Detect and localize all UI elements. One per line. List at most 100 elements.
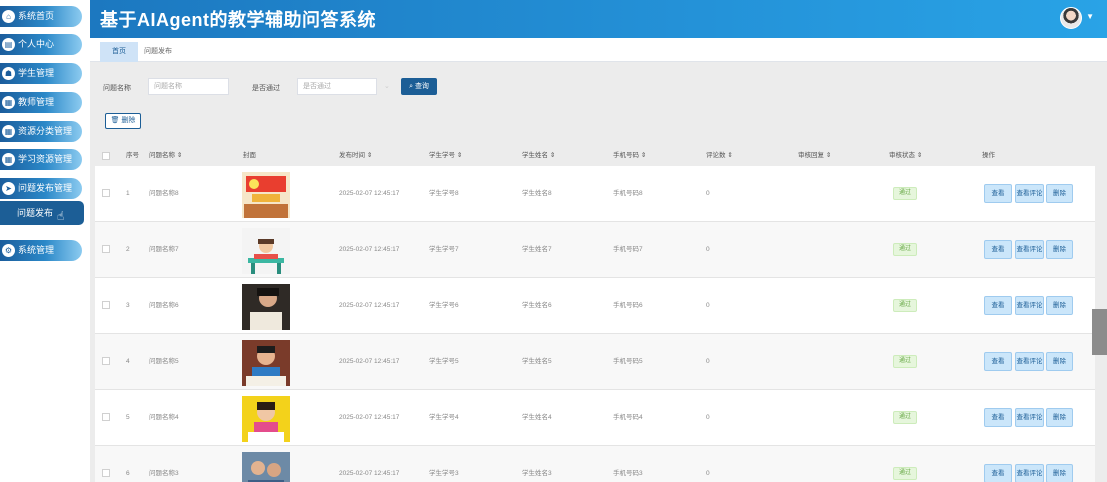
sort-icon: ⇕	[549, 152, 556, 159]
cover-thumbnail	[242, 452, 290, 482]
status-badge: 通过	[893, 243, 918, 256]
delete-button[interactable]: 删除	[1046, 408, 1073, 427]
status-badge: 通过	[893, 467, 918, 480]
cell-time: 2025-02-07 12:45:17	[339, 358, 400, 365]
select-all-checkbox[interactable]	[102, 152, 110, 160]
student-icon: ☗	[2, 67, 15, 80]
cover-thumbnail	[242, 284, 290, 330]
question-name-label: 问题名称	[103, 85, 131, 92]
view-comments-button[interactable]: 查看评论	[1015, 352, 1044, 371]
cell-phone: 手机号码5	[613, 358, 643, 365]
cell-time: 2025-02-07 12:45:17	[339, 470, 400, 477]
sidebar-item-resource-category[interactable]: ▦ 资源分类管理	[0, 121, 82, 142]
sort-icon: ⇕	[366, 152, 373, 159]
batch-delete-button[interactable]: 🗑 删除	[105, 113, 141, 129]
delete-button[interactable]: 删除	[1046, 240, 1073, 259]
delete-button[interactable]: 删除	[1046, 296, 1073, 315]
cell-phone: 手机号码6	[613, 302, 643, 309]
col-student-id[interactable]: 学生学号 ⇕	[429, 146, 462, 166]
hand-cursor-icon: ☝	[57, 209, 65, 223]
col-index: 序号	[126, 152, 139, 159]
sidebar-subitem-question-publish[interactable]: 问题发布 ☝	[0, 201, 84, 225]
question-table: 序号 问题名称 ⇕ 封面 发布时间 ⇕ 学生学号 ⇕ 学生姓名 ⇕ 手机号码 ⇕…	[95, 146, 1095, 482]
cell-comments: 0	[706, 470, 710, 477]
cell-student-id: 学生学号5	[429, 358, 459, 365]
caret-down-icon[interactable]: ▼	[1086, 12, 1094, 21]
sidebar-item-label: 个人中心	[18, 39, 55, 49]
sidebar-item-label: 系统首页	[18, 11, 55, 21]
pass-status-select[interactable]: 是否通过	[297, 78, 377, 95]
col-student-name[interactable]: 学生姓名 ⇕	[522, 146, 555, 166]
grid-icon: ▦	[2, 96, 15, 109]
cell-phone: 手机号码7	[613, 246, 643, 253]
pass-status-label: 是否通过	[252, 85, 280, 92]
cell-time: 2025-02-07 12:45:17	[339, 302, 400, 309]
view-comments-button[interactable]: 查看评论	[1015, 464, 1044, 482]
sidebar-item-system[interactable]: ⚙ 系统管理	[0, 240, 82, 261]
cover-thumbnail	[242, 396, 290, 442]
sidebar-item-resources[interactable]: ▦ 学习资源管理	[0, 149, 82, 170]
tab-question-publish[interactable]: 问题发布	[132, 42, 184, 62]
sort-icon: ⇕	[176, 152, 183, 159]
status-badge: 通过	[893, 411, 918, 424]
row-checkbox[interactable]	[102, 189, 110, 197]
status-badge: 通过	[893, 355, 918, 368]
cell-comments: 0	[706, 302, 710, 309]
cell-student-name: 学生姓名3	[522, 470, 552, 477]
sidebar-item-label: 学生管理	[18, 68, 55, 78]
col-reply[interactable]: 审核回复 ⇕	[798, 146, 831, 166]
sidebar-item-profile[interactable]: ▤ 个人中心	[0, 34, 82, 55]
view-button[interactable]: 查看	[984, 408, 1012, 427]
cell-name: 问题名称4	[149, 414, 179, 421]
view-comments-button[interactable]: 查看评论	[1015, 184, 1044, 203]
cell-student-name: 学生姓名6	[522, 302, 552, 309]
view-button[interactable]: 查看	[984, 240, 1012, 259]
query-button[interactable]: ⌕ 查询	[401, 78, 437, 95]
col-phone[interactable]: 手机号码 ⇕	[613, 146, 646, 166]
col-name[interactable]: 问题名称 ⇕	[149, 146, 182, 166]
avatar[interactable]	[1060, 7, 1082, 29]
trash-icon: 🗑	[110, 117, 120, 124]
delete-button[interactable]: 删除	[1046, 352, 1073, 371]
col-status[interactable]: 审核状态 ⇕	[889, 146, 922, 166]
col-student-name-label: 学生姓名	[522, 152, 548, 159]
delete-button[interactable]: 删除	[1046, 464, 1073, 482]
view-button[interactable]: 查看	[984, 184, 1012, 203]
row-checkbox[interactable]	[102, 245, 110, 253]
sidebar-item-teachers[interactable]: ▦ 教师管理	[0, 92, 82, 113]
sidebar-item-home[interactable]: ⌂ 系统首页	[0, 6, 82, 27]
view-button[interactable]: 查看	[984, 352, 1012, 371]
cell-comments: 0	[706, 358, 710, 365]
cell-comments: 0	[706, 190, 710, 197]
cell-student-id: 学生学号3	[429, 470, 459, 477]
table-row: 6 问题名称3 2025-02-07 12:45:17 学生学号3 学生姓名3 手机号码3…	[95, 446, 1095, 482]
scrollbar-thumb[interactable]	[1092, 309, 1107, 355]
delete-button[interactable]: 删除	[1046, 184, 1073, 203]
sidebar-item-questions[interactable]: ➤ 问题发布管理	[0, 178, 82, 199]
row-checkbox[interactable]	[102, 413, 110, 421]
view-comments-button[interactable]: 查看评论	[1015, 408, 1044, 427]
sidebar-item-students[interactable]: ☗ 学生管理	[0, 63, 82, 84]
col-name-label: 问题名称	[149, 152, 175, 159]
view-comments-button[interactable]: 查看评论	[1015, 240, 1044, 259]
view-comments-button[interactable]: 查看评论	[1015, 296, 1044, 315]
col-comments[interactable]: 评论数 ⇕	[706, 146, 733, 166]
view-button[interactable]: 查看	[984, 296, 1012, 315]
row-checkbox[interactable]	[102, 469, 110, 477]
tab-bar: 首页 问题发布	[90, 38, 1107, 62]
row-checkbox[interactable]	[102, 357, 110, 365]
view-button[interactable]: 查看	[984, 464, 1012, 482]
row-checkbox[interactable]	[102, 301, 110, 309]
question-name-input[interactable]: 问题名称	[148, 78, 229, 95]
cover-thumbnail	[242, 228, 290, 274]
table-row: 2 问题名称7 2025-02-07 12:45:17 学生学号7 学生姓名7 手机号码7…	[95, 222, 1095, 278]
cell-name: 问题名称8	[149, 190, 179, 197]
status-badge: 通过	[893, 187, 918, 200]
col-time[interactable]: 发布时间 ⇕	[339, 146, 372, 166]
sort-icon: ⇕	[825, 152, 832, 159]
cell-name: 问题名称3	[149, 470, 179, 477]
sidebar-subitem-label: 问题发布	[17, 208, 54, 218]
settings-icon: ⚙	[2, 244, 15, 257]
sort-icon: ⇕	[640, 152, 647, 159]
table-row: 4 问题名称5 2025-02-07 12:45:17 学生学号5 学生姓名5 手机号码5…	[95, 334, 1095, 390]
